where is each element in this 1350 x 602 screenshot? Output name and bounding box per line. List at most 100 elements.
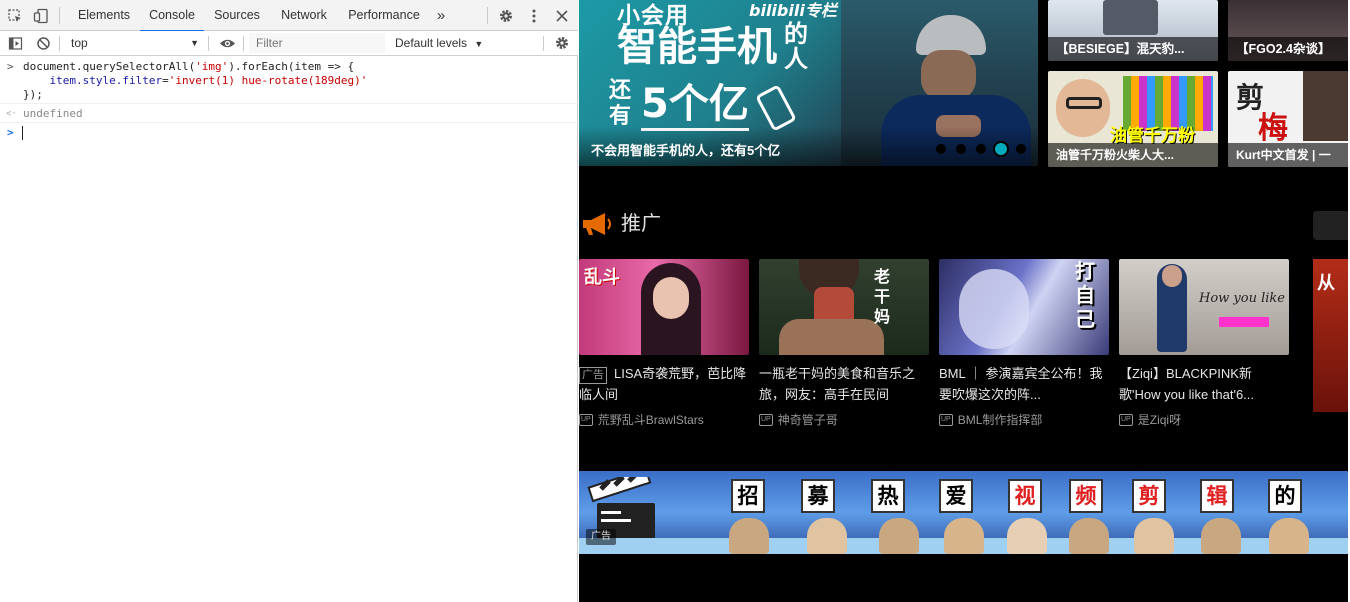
text-cursor[interactable] bbox=[22, 126, 23, 140]
cat-figure bbox=[1007, 518, 1047, 554]
card-thumbnail: 乱斗 bbox=[579, 259, 749, 355]
glasses bbox=[1066, 97, 1102, 109]
tab-console[interactable]: Console bbox=[140, 0, 204, 32]
thumb-figure bbox=[959, 269, 1029, 349]
hands bbox=[779, 319, 884, 355]
input-prompt-chevron-icon: > bbox=[7, 60, 14, 73]
cat-figure bbox=[1201, 518, 1241, 554]
more-tabs-button[interactable]: » bbox=[430, 0, 452, 31]
phone-icon bbox=[755, 84, 797, 132]
close-icon[interactable] bbox=[552, 6, 572, 26]
banner-headline-1: 智能手机 bbox=[617, 24, 777, 70]
face bbox=[921, 50, 976, 100]
console-toolbar: top ▼ Default levels ▼ bbox=[0, 31, 578, 56]
brand-stripe bbox=[1219, 317, 1269, 327]
thumb-face bbox=[653, 277, 689, 319]
banner-headline-2: 的人 bbox=[784, 20, 808, 73]
device-toolbar-icon[interactable] bbox=[31, 6, 51, 26]
log-levels-dropdown[interactable]: Default levels ▼ bbox=[395, 33, 483, 53]
carousel-dot-active[interactable] bbox=[993, 141, 1009, 157]
banner-char: 辑 bbox=[1200, 479, 1234, 513]
cat-figure bbox=[1069, 518, 1109, 554]
cat-figure bbox=[807, 518, 847, 554]
tab-elements[interactable]: Elements bbox=[68, 0, 140, 31]
divider bbox=[243, 36, 244, 51]
tab-performance[interactable]: Performance bbox=[340, 0, 428, 31]
banner-caption[interactable]: 不会用智能手机的人，还有5个亿 bbox=[591, 140, 780, 159]
inspect-element-icon[interactable] bbox=[5, 6, 25, 26]
brand-logo: bilibili专栏 bbox=[749, 1, 837, 20]
promo-card[interactable]: How you like that 【Ziqi】BLACKPINK新歌'How … bbox=[1119, 259, 1289, 428]
devtools-tabbar: Elements Console Sources Network Perform… bbox=[0, 0, 578, 32]
section-title: 推广 bbox=[621, 213, 661, 235]
more-button[interactable] bbox=[1313, 211, 1350, 240]
banner-char: 频 bbox=[1069, 479, 1103, 513]
code-line-3: }); bbox=[23, 88, 43, 101]
carousel-dot[interactable] bbox=[1016, 144, 1026, 154]
banner-headline-3: 还有 bbox=[609, 78, 632, 129]
chevron-down-icon: ▼ bbox=[474, 39, 484, 49]
thumb-overlay-text: 老干妈 bbox=[874, 267, 891, 326]
side-thumb-title: 【FGO2.4杂谈】 bbox=[1228, 37, 1350, 61]
code-line-1: document.querySelectorAll('img').forEach… bbox=[23, 60, 355, 73]
promo-card-partial[interactable]: 从 bbox=[1313, 259, 1350, 412]
cat-figure bbox=[879, 518, 919, 554]
context-selector[interactable]: top ▼ bbox=[63, 33, 205, 53]
carousel-dot[interactable] bbox=[976, 144, 986, 154]
divider bbox=[208, 36, 209, 51]
cat-figure bbox=[1134, 518, 1174, 554]
tab-sources[interactable]: Sources bbox=[205, 0, 269, 31]
promo-card[interactable]: 老干妈 一瓶老干妈的美食和音乐之旅，网友：高手在民间 UP 神奇管子哥 bbox=[759, 259, 929, 428]
divider bbox=[0, 122, 578, 123]
side-thumb[interactable]: 【FGO2.4杂谈】 bbox=[1228, 0, 1350, 61]
banner-char: 募 bbox=[801, 479, 835, 513]
side-thumb-title: Kurt中文首发 | 一 bbox=[1228, 143, 1350, 167]
carousel-dot[interactable] bbox=[956, 144, 966, 154]
card-title: 一瓶老干妈的美食和音乐之旅，网友：高手在民间 bbox=[759, 366, 916, 402]
settings-gear-icon[interactable] bbox=[496, 6, 516, 26]
divider bbox=[59, 7, 60, 24]
card-title: BML ｜ 参演嘉宾全公布！我要吹爆这次的阵... bbox=[939, 366, 1103, 402]
cat-figure bbox=[944, 518, 984, 554]
devtools-panel: Elements Console Sources Network Perform… bbox=[0, 0, 578, 602]
clear-console-icon[interactable] bbox=[33, 33, 53, 53]
carousel-banner[interactable]: 小会用 bilibili专栏 智能手机 的人 还有 5个亿 不会用智能手机的人，… bbox=[579, 0, 1038, 166]
up-badge-icon: UP bbox=[759, 413, 773, 426]
up-badge-icon: UP bbox=[579, 413, 593, 426]
side-thumb-title: 【BESIEGE】混天豹... bbox=[1048, 37, 1218, 61]
banner-headline-4: 5个亿 bbox=[641, 80, 749, 131]
thumb-figure bbox=[1103, 0, 1158, 35]
card-uploader[interactable]: UP BML制作指挥部 bbox=[939, 411, 1109, 428]
divider bbox=[487, 7, 488, 24]
card-uploader[interactable]: UP 神奇管子哥 bbox=[759, 411, 929, 428]
context-value: top bbox=[71, 36, 88, 50]
banner-char: 剪 bbox=[1132, 479, 1166, 513]
promo-card[interactable]: 乱斗 广告 LISA奇袭荒野，芭比降临人间 UP 荒野乱斗BrawlStars bbox=[579, 259, 749, 428]
thumb-overlay-text: 打自己 bbox=[1075, 259, 1095, 331]
console-filter-input[interactable] bbox=[249, 33, 385, 53]
promo-card[interactable]: 打自己 BML ｜ 参演嘉宾全公布！我要吹爆这次的阵... UP BML制作指挥部 bbox=[939, 259, 1109, 428]
console-settings-gear-icon[interactable] bbox=[552, 33, 572, 53]
side-thumb[interactable]: 油管千万粉 油管千万粉火柴人大... bbox=[1048, 71, 1218, 167]
ad-badge: 广告 bbox=[586, 529, 616, 545]
sidebar-toggle-icon[interactable] bbox=[5, 33, 25, 53]
live-expression-eye-icon[interactable] bbox=[217, 33, 237, 53]
tab-network[interactable]: Network bbox=[270, 0, 338, 31]
divider bbox=[543, 36, 544, 51]
result-value: undefined bbox=[23, 107, 83, 120]
ad-banner[interactable]: 招 募 热 爱 视 频 剪 辑 的 广告 bbox=[579, 467, 1350, 554]
side-thumb-title: 油管千万粉火柴人大... bbox=[1048, 143, 1218, 167]
cat-figure bbox=[1269, 518, 1309, 554]
megaphone-icon bbox=[581, 212, 615, 236]
divider bbox=[0, 103, 578, 104]
kebab-menu-icon[interactable] bbox=[524, 6, 544, 26]
card-uploader[interactable]: UP 是Ziqi呀 bbox=[1119, 411, 1289, 428]
card-uploader[interactable]: UP 荒野乱斗BrawlStars bbox=[579, 411, 749, 428]
chevron-down-icon: ▼ bbox=[190, 38, 199, 48]
thumb-overlay-text: How you like that bbox=[1199, 291, 1289, 306]
console-output[interactable]: > document.querySelectorAll('img').forEa… bbox=[0, 57, 578, 602]
banner-char: 的 bbox=[1268, 479, 1302, 513]
side-thumb[interactable]: 【BESIEGE】混天豹... bbox=[1048, 0, 1218, 61]
side-thumb[interactable]: 剪 梅 Kurt中文首发 | 一 bbox=[1228, 71, 1350, 167]
carousel-dot[interactable] bbox=[936, 144, 946, 154]
